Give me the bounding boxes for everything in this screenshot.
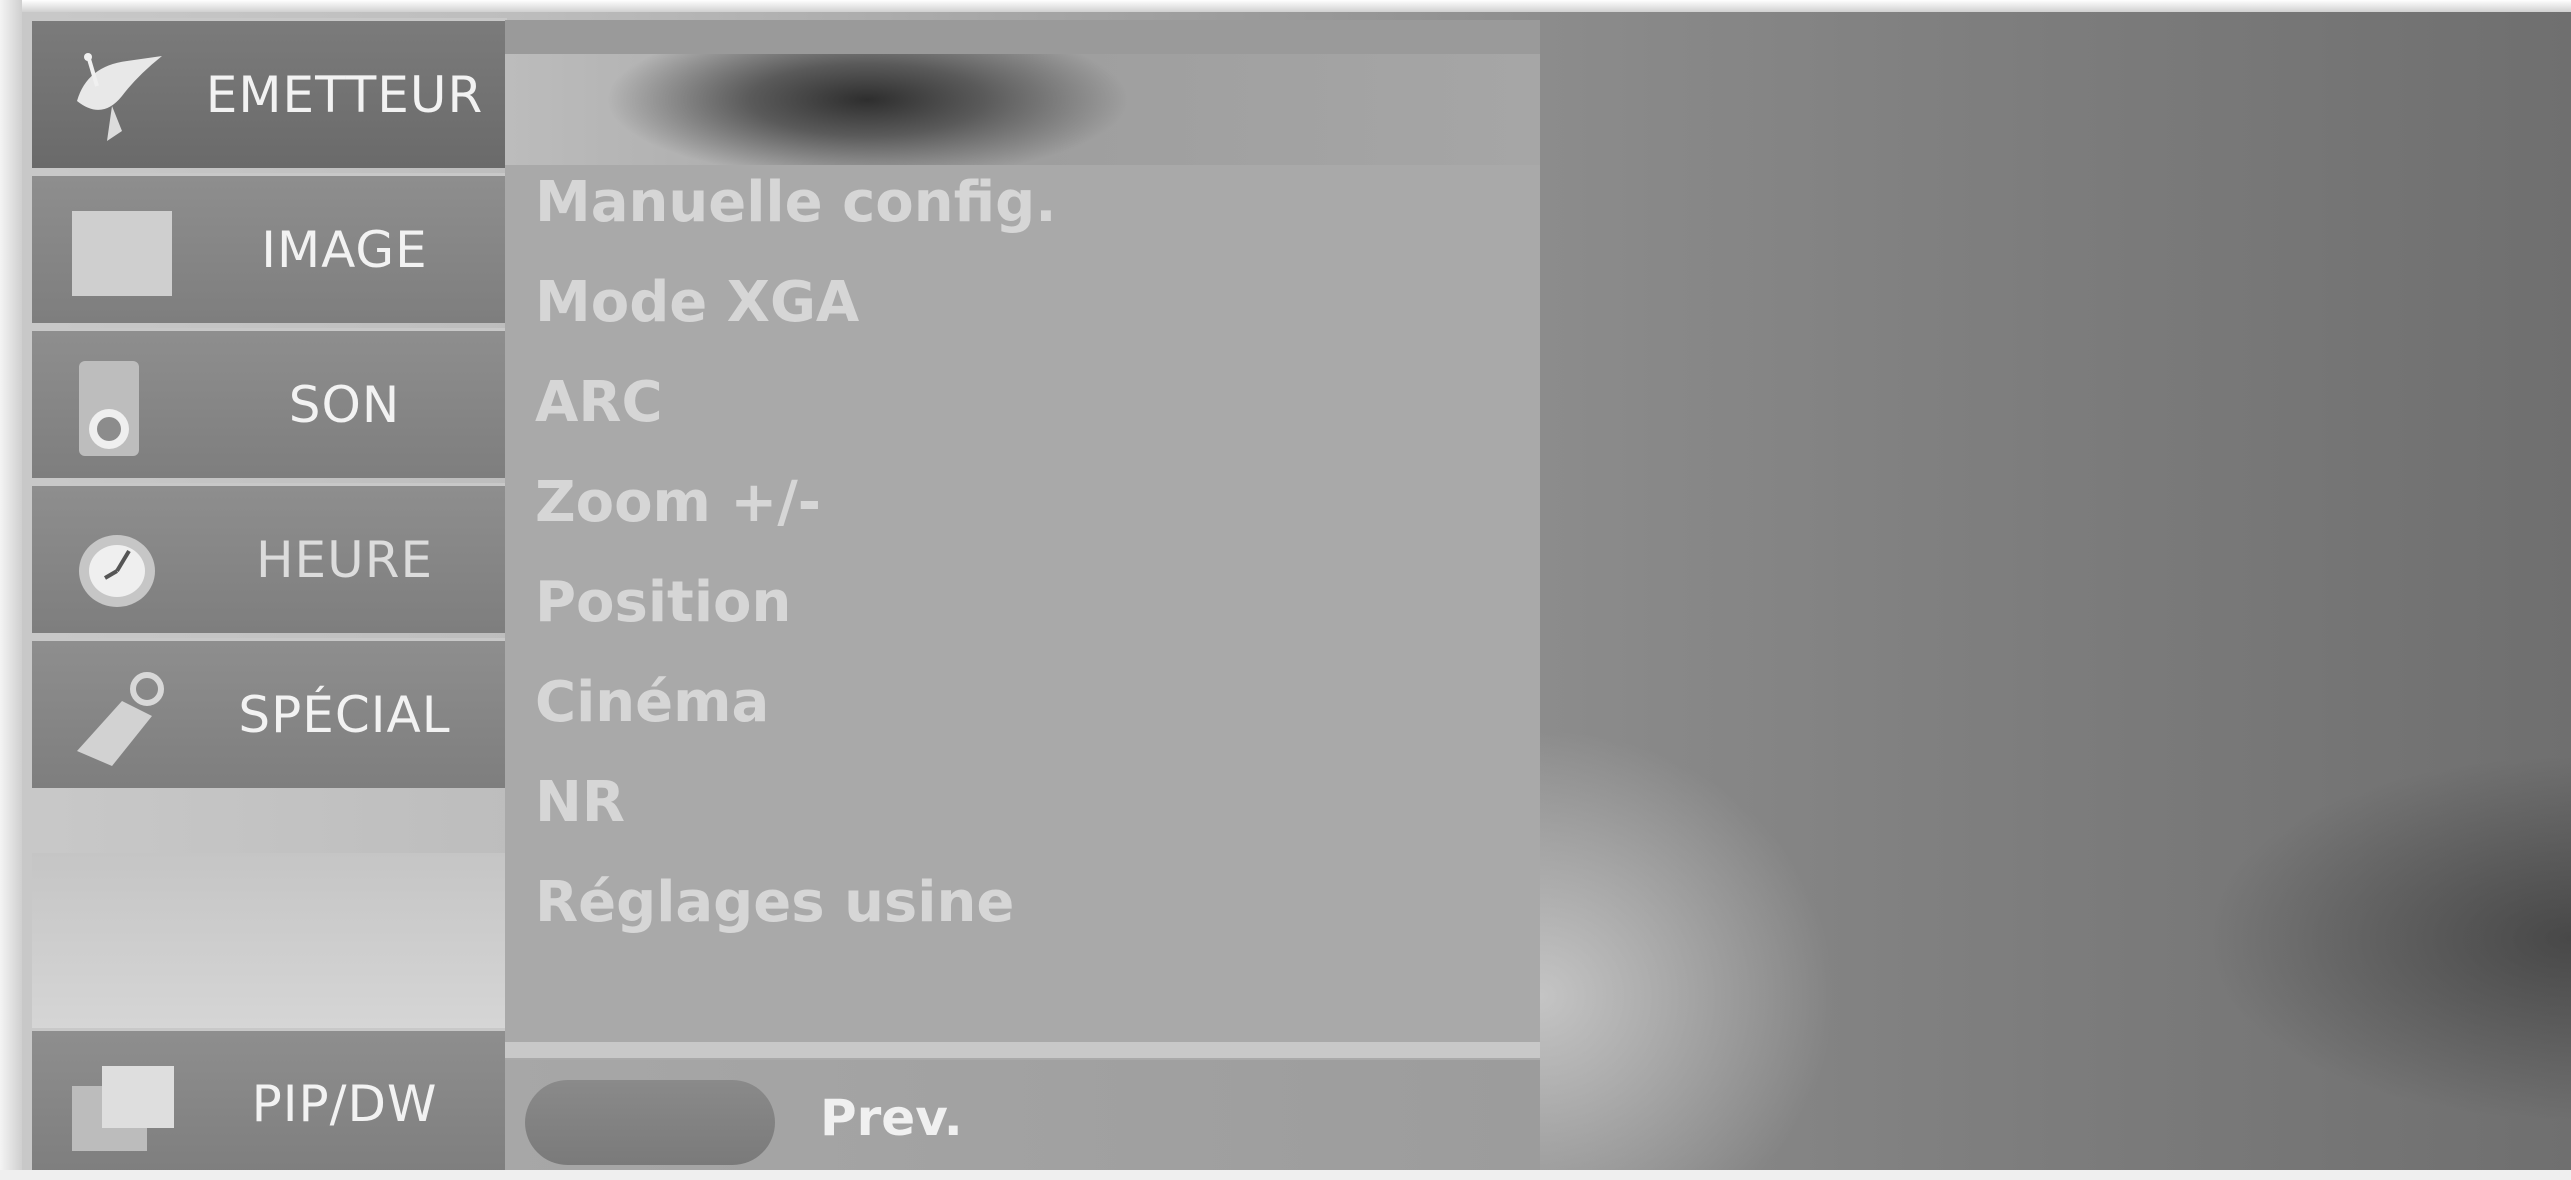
menu-item-zoom[interactable]: Zoom +/- [535, 470, 821, 535]
sidebar-spacer [32, 853, 507, 1033]
sidebar-item-label: PIP/DW [251, 1074, 438, 1133]
sidebar-item-label: HEURE [255, 530, 434, 589]
tv-osd-screen: EMETTEUR IMAGE SON HEURE SPÉCIAL PIP/DW … [0, 0, 2571, 1180]
speaker-icon [79, 361, 139, 456]
sidebar-item-label: SPÉCIAL [238, 685, 451, 744]
sidebar-item-label: EMETTEUR [205, 65, 484, 124]
menu-item-nr[interactable]: NR [535, 770, 625, 835]
background-gradient [1540, 12, 2571, 1170]
frame-top [0, 0, 2571, 12]
frame-bottom [0, 1170, 2571, 1180]
prev-button[interactable] [525, 1080, 775, 1165]
sidebar-item-son[interactable]: SON [32, 328, 507, 478]
panel-footer: Prev. [505, 1060, 1540, 1175]
menu-item-reglages-usine[interactable]: Réglages usine [535, 870, 1014, 935]
image-submenu-panel: Manuelle config. Mode XGA ARC Zoom +/- P… [505, 20, 1540, 1175]
sidebar-item-label: SON [288, 375, 401, 434]
menu-item-position[interactable]: Position [535, 570, 791, 635]
sidebar-item-pip-dw[interactable]: PIP/DW [32, 1028, 507, 1176]
footer-divider [505, 1042, 1540, 1058]
picture-square-icon [72, 211, 172, 296]
menu-item-arc[interactable]: ARC [535, 370, 663, 435]
sidebar-item-special[interactable]: SPÉCIAL [32, 638, 507, 788]
menu-item-mode-xga[interactable]: Mode XGA [535, 270, 859, 335]
frame-left [0, 0, 22, 1180]
menu-item-manuelle-config[interactable]: Manuelle config. [535, 170, 1057, 235]
main-menu-sidebar: EMETTEUR IMAGE SON HEURE SPÉCIAL PIP/DW [22, 18, 507, 1178]
satellite-dish-icon [77, 53, 162, 141]
sidebar-item-label: IMAGE [261, 220, 428, 279]
sidebar-item-heure[interactable]: HEURE [32, 483, 507, 633]
clock-icon [79, 535, 155, 607]
pip-windows-icon [72, 1066, 174, 1151]
tag-icon [77, 672, 164, 766]
panel-title-top [505, 20, 1540, 54]
prev-label: Prev. [820, 1088, 963, 1147]
sidebar-item-emetteur[interactable]: EMETTEUR [32, 18, 507, 168]
sidebar-item-image[interactable]: IMAGE [32, 173, 507, 323]
menu-item-cinema[interactable]: Cinéma [535, 670, 769, 735]
